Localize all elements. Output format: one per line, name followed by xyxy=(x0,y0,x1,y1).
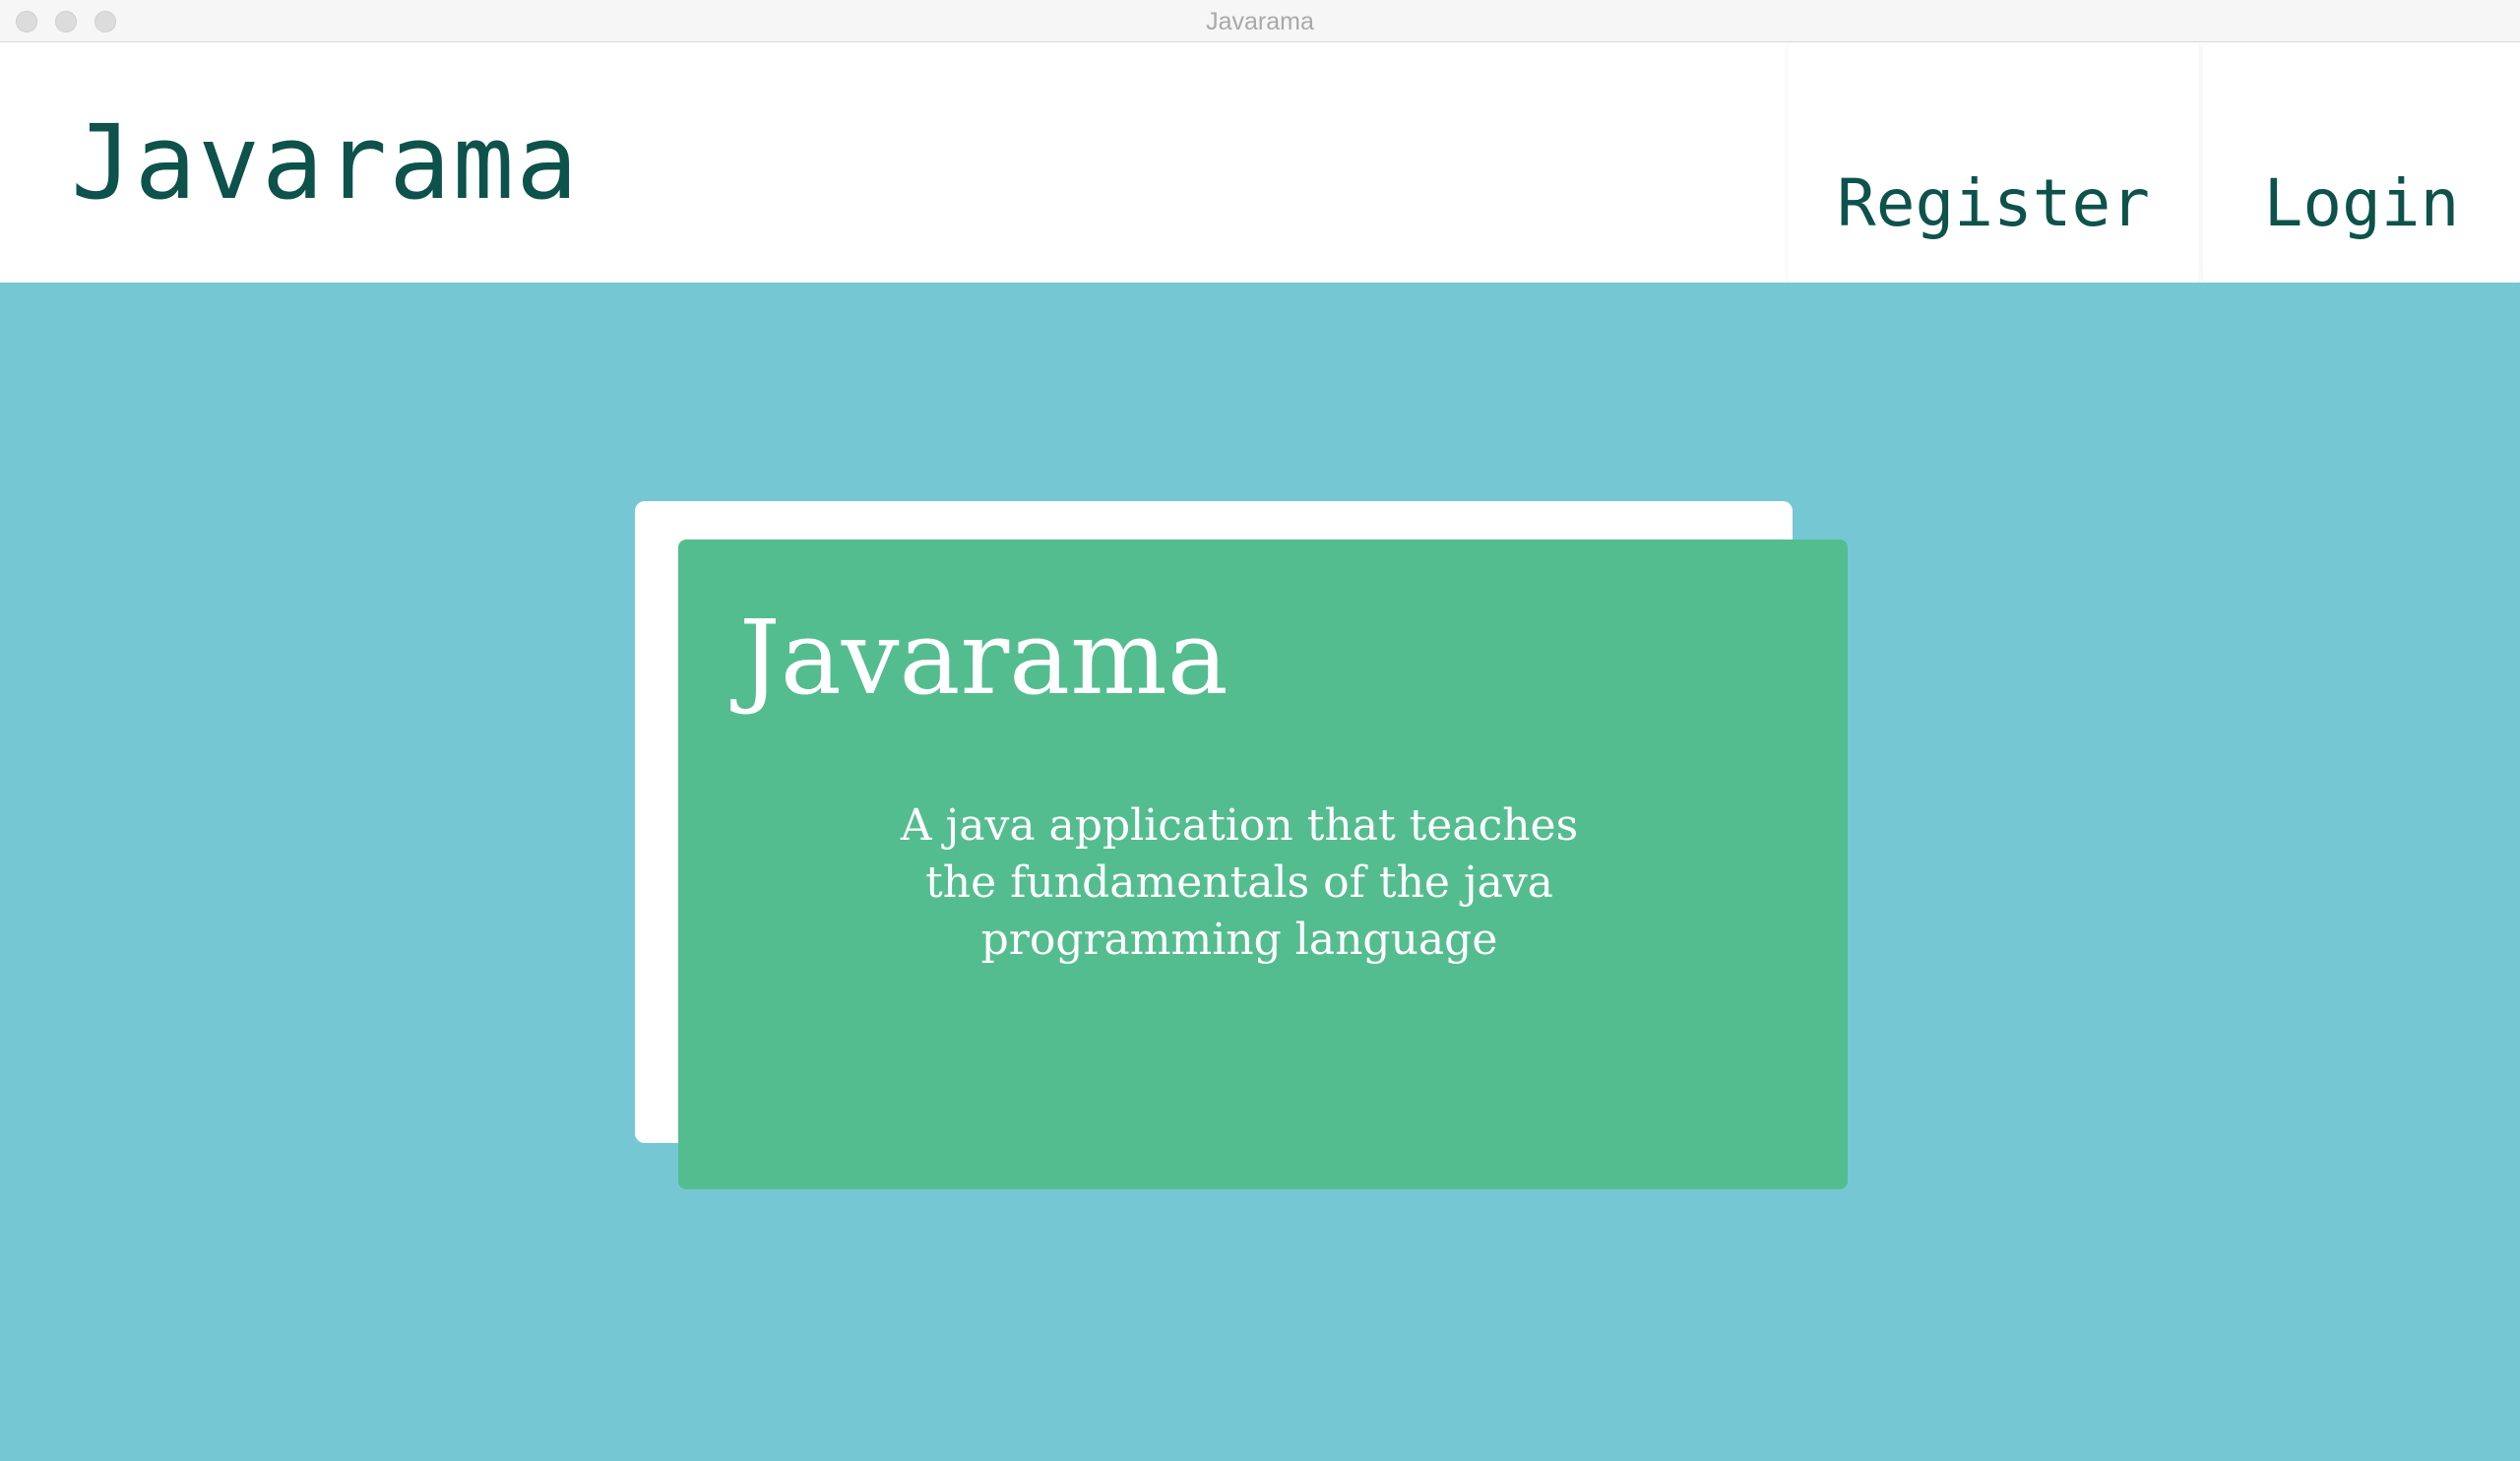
main-content: Javarama A java application that teaches… xyxy=(0,283,2520,1461)
brand-logo-text: Javarama xyxy=(71,102,580,222)
app-header: Javarama Register Login xyxy=(0,42,2520,285)
window-title: Javarama xyxy=(1206,8,1314,35)
login-button[interactable]: Login xyxy=(2203,42,2520,285)
app-window: Javarama Javarama Register Login Javaram… xyxy=(0,0,2520,1461)
hero-description: A java application that teaches the fund… xyxy=(900,800,1579,965)
window-titlebar: Javarama xyxy=(0,0,2520,42)
register-button[interactable]: Register xyxy=(1788,42,2199,285)
hero-card: Javarama A java application that teaches… xyxy=(678,540,1848,1189)
hero-title: Javarama xyxy=(739,598,1228,718)
